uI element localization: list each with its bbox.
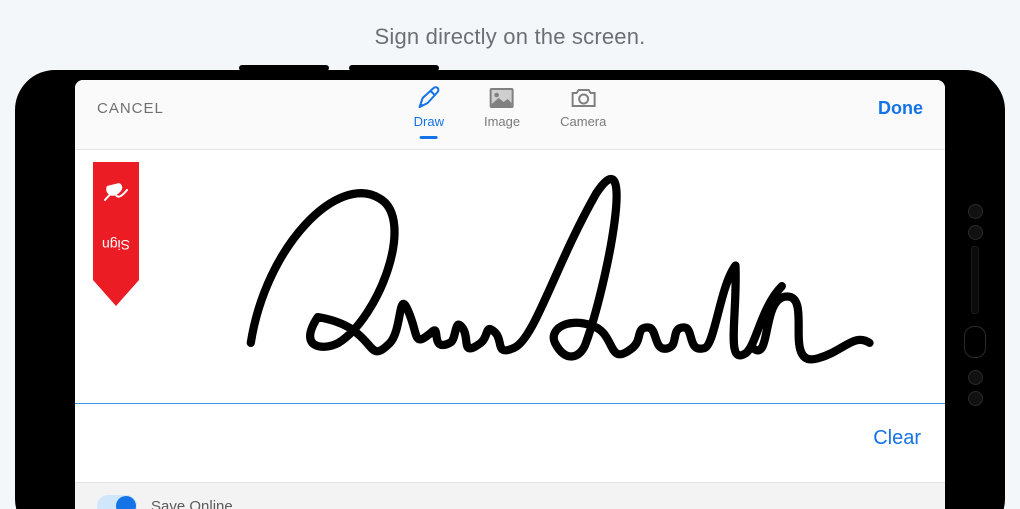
phone-sensor-cluster xyxy=(945,74,1005,509)
save-online-label: Save Online xyxy=(151,498,233,509)
sign-here-tag: Sign xyxy=(93,162,139,308)
tab-label: Camera xyxy=(560,114,606,129)
image-icon xyxy=(489,86,515,110)
camera-lens xyxy=(964,326,986,358)
signature-stroke xyxy=(225,150,885,412)
phone-frame: CANCEL Draw xyxy=(15,70,1005,509)
signature-baseline xyxy=(75,403,945,404)
tab-draw[interactable]: Draw xyxy=(414,86,444,137)
active-tab-underline xyxy=(420,136,438,139)
tab-label: Draw xyxy=(414,114,444,129)
signature-canvas[interactable]: Sign Clear xyxy=(75,150,945,482)
done-button[interactable]: Done xyxy=(878,94,923,119)
tab-image[interactable]: Image xyxy=(484,86,520,137)
clear-button[interactable]: Clear xyxy=(873,427,921,450)
pen-icon xyxy=(416,86,442,110)
stage: Sign directly on the screen. CANCEL xyxy=(0,0,1020,509)
sensor-dot xyxy=(968,204,983,219)
tab-camera[interactable]: Camera xyxy=(560,86,606,137)
sign-tag-text: Sign xyxy=(102,237,130,253)
sensor-dot xyxy=(968,391,983,406)
cancel-button[interactable]: CANCEL xyxy=(97,94,164,117)
tab-label: Image xyxy=(484,114,520,129)
mode-tabs: Draw Image xyxy=(414,86,607,137)
sensor-dot xyxy=(968,370,983,385)
camera-icon xyxy=(569,86,597,110)
toolbar: CANCEL Draw xyxy=(75,80,945,150)
sensor-dot xyxy=(968,225,983,240)
phone-screen: CANCEL Draw xyxy=(75,80,945,509)
footer-bar: Save Online xyxy=(75,482,945,509)
page-caption: Sign directly on the screen. xyxy=(0,0,1020,50)
speaker-slit xyxy=(971,246,979,314)
save-online-toggle[interactable] xyxy=(97,495,137,509)
